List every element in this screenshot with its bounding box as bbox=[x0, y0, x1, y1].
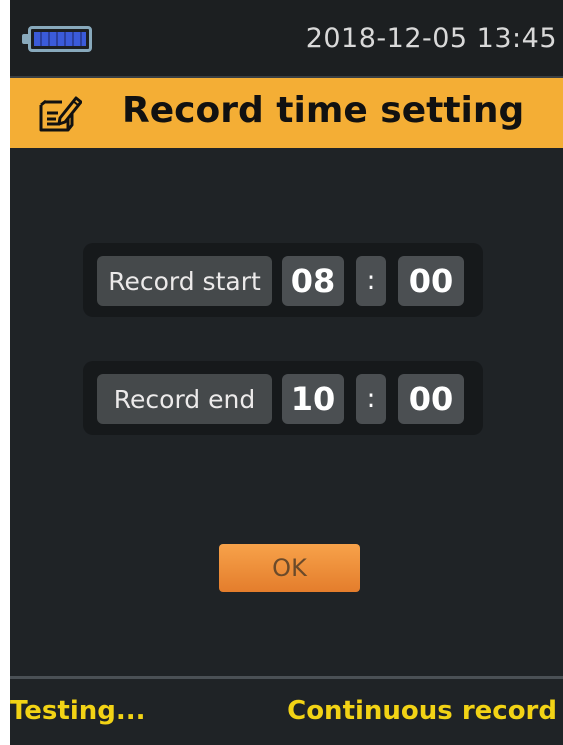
record-end-minute-field[interactable]: 00 bbox=[398, 374, 464, 424]
datetime-display: 2018-12-05 13:45 bbox=[305, 23, 557, 54]
footer-status-bar: Testing... Continuous record bbox=[10, 679, 563, 745]
header-bar: Record time setting bbox=[10, 78, 563, 148]
record-start-hour-field[interactable]: 08 bbox=[282, 256, 344, 306]
testing-status: Testing... bbox=[10, 696, 146, 726]
page-title: Record time setting bbox=[122, 90, 525, 131]
record-end-row: Record end 10 : 00 bbox=[83, 361, 483, 435]
status-bar: 2018-12-05 13:45 bbox=[10, 0, 563, 78]
record-mode-status: Continuous record bbox=[287, 696, 557, 726]
record-start-time-separator: : bbox=[356, 256, 386, 306]
record-end-label: Record end bbox=[97, 374, 272, 424]
record-end-time-separator: : bbox=[356, 374, 386, 424]
record-end-hour-field[interactable]: 10 bbox=[282, 374, 344, 424]
device-screen: 2018-12-05 13:45 Record time setting Rec… bbox=[10, 0, 563, 745]
record-start-row: Record start 08 : 00 bbox=[83, 243, 483, 317]
battery-icon bbox=[22, 26, 92, 52]
ok-button[interactable]: OK bbox=[219, 544, 360, 592]
notepad-edit-icon bbox=[39, 96, 82, 132]
record-start-minute-field[interactable]: 00 bbox=[398, 256, 464, 306]
record-start-label: Record start bbox=[97, 256, 272, 306]
